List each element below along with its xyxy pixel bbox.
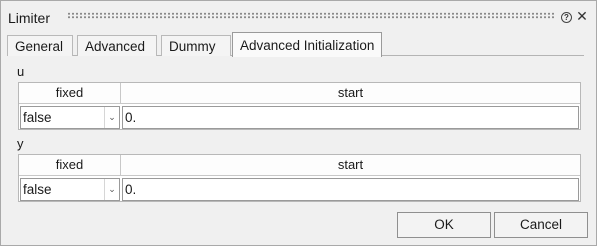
close-icon[interactable]: ✕: [576, 9, 588, 23]
fixed-select-value: false: [23, 182, 52, 197]
section-label-u: u: [17, 64, 25, 79]
column-header-start: start: [121, 155, 580, 176]
title-bar[interactable]: Limiter ? ✕: [1, 1, 596, 29]
column-header-start: start: [121, 83, 580, 104]
section-label-y: y: [17, 136, 24, 151]
tab-label: Advanced Initialization: [240, 38, 375, 53]
help-icon[interactable]: ?: [561, 12, 572, 23]
parameter-grid-u: fixed start false ⌄ 0.: [18, 82, 581, 130]
tab-advanced-initialization[interactable]: Advanced Initialization: [232, 32, 382, 57]
start-input-u[interactable]: 0.: [122, 106, 579, 129]
tab-label: General: [15, 39, 64, 54]
tab-dummy[interactable]: Dummy: [161, 35, 231, 56]
chevron-down-icon[interactable]: ⌄: [104, 179, 119, 200]
limiter-dialog: Limiter ? ✕ General Advanced Dummy Advan…: [0, 0, 597, 246]
cancel-button[interactable]: Cancel: [494, 212, 588, 238]
window-title: Limiter: [8, 10, 51, 26]
column-header-fixed: fixed: [19, 155, 121, 176]
tab-label: Dummy: [169, 39, 216, 54]
fixed-select-y[interactable]: false ⌄: [20, 178, 120, 201]
fixed-select-value: false: [23, 110, 52, 125]
tab-general[interactable]: General: [7, 35, 73, 56]
drag-grip-icon[interactable]: [67, 12, 555, 19]
chevron-down-icon[interactable]: ⌄: [104, 107, 119, 128]
tab-label: Advanced: [85, 39, 146, 54]
ok-button[interactable]: OK: [397, 212, 491, 238]
parameter-grid-y: fixed start false ⌄ 0.: [18, 154, 581, 202]
tab-advanced[interactable]: Advanced: [77, 35, 157, 56]
fixed-select-u[interactable]: false ⌄: [20, 106, 120, 129]
column-header-fixed: fixed: [19, 83, 121, 104]
start-input-y[interactable]: 0.: [122, 178, 579, 201]
